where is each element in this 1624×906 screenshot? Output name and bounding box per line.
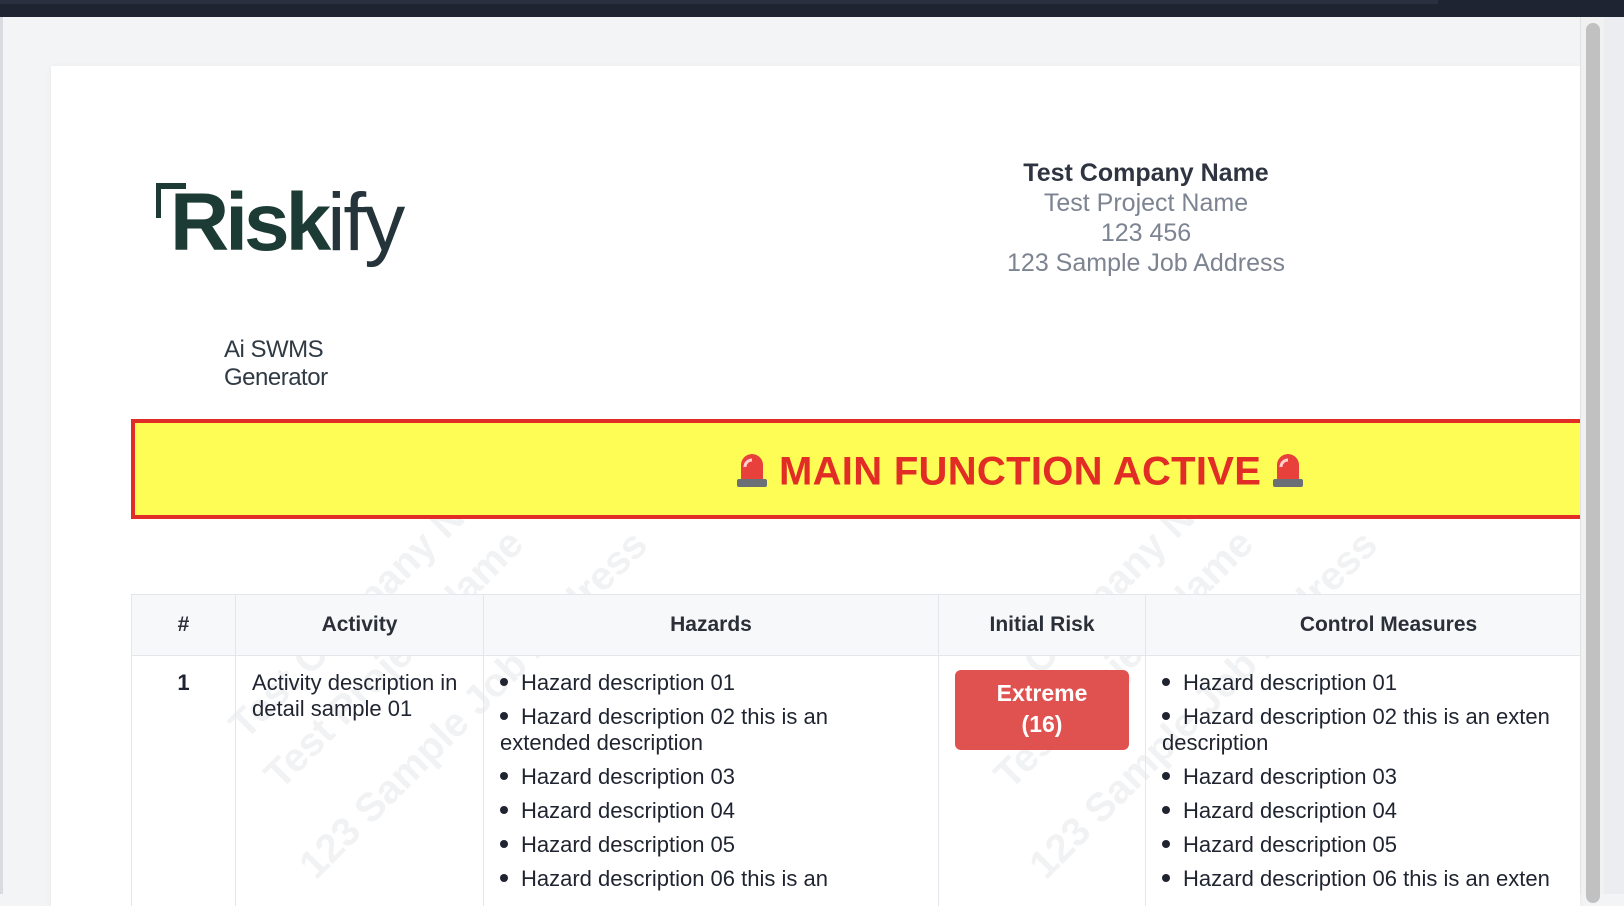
control-item: Hazard description 05 xyxy=(1162,832,1580,858)
header-initial-risk: Initial Risk xyxy=(939,595,1146,656)
hazards-cell: Hazard description 01 Hazard description… xyxy=(484,656,939,906)
logo-wordmark-tail: ify xyxy=(327,177,403,268)
police-light-icon xyxy=(735,449,769,499)
hazard-item: Hazard description 03 xyxy=(500,764,922,790)
company-info: Test Company Name Test Project Name 123 … xyxy=(951,158,1341,278)
hazard-item: Hazard description 04 xyxy=(500,798,922,824)
browser-top-strip xyxy=(0,0,1438,4)
left-edge xyxy=(0,17,3,894)
hazards-list: Hazard description 01 Hazard description… xyxy=(500,670,922,892)
police-light-icon xyxy=(1271,449,1305,499)
scrollbar-thumb[interactable] xyxy=(1586,23,1600,903)
table-header-row: # Activity Hazards Initial Risk Control … xyxy=(132,595,1581,656)
project-name: Test Project Name xyxy=(951,188,1341,218)
header-control-measures: Control Measures xyxy=(1146,595,1581,656)
browser-top-bar xyxy=(0,0,1624,17)
row-number: 1 xyxy=(132,656,236,906)
riskify-logo: Riskify Ai SWMS Generator xyxy=(156,182,416,302)
document-page: Test Company Name Test Project Name 123 … xyxy=(51,66,1580,906)
initial-risk-cell: Extreme (16) xyxy=(939,656,1146,906)
banner-content: MAIN FUNCTION ACTIVE xyxy=(135,449,1580,499)
risk-level: Extreme xyxy=(955,678,1129,709)
control-item: Hazard description 01 xyxy=(1162,670,1580,696)
hazard-item: Hazard description 01 xyxy=(500,670,922,696)
header-activity: Activity xyxy=(236,595,484,656)
hazard-item: Hazard description 06 this is an xyxy=(500,866,922,892)
control-item: Hazard description 02 this is an exten xyxy=(1162,704,1580,730)
logo-wordmark-main: Risk xyxy=(170,177,327,268)
project-number: 123 456 xyxy=(951,218,1341,248)
control-measures-cell: Hazard description 01 Hazard description… xyxy=(1146,656,1581,906)
control-item-continuation: description xyxy=(1162,730,1580,756)
logo-wordmark: Riskify xyxy=(170,182,403,264)
control-item: Hazard description 04 xyxy=(1162,798,1580,824)
vertical-scrollbar[interactable] xyxy=(1580,17,1605,894)
swms-table: # Activity Hazards Initial Risk Control … xyxy=(131,594,1580,906)
banner-text: MAIN FUNCTION ACTIVE xyxy=(779,450,1261,494)
company-name: Test Company Name xyxy=(951,158,1341,188)
job-address: 123 Sample Job Address xyxy=(951,248,1341,278)
risk-score: (16) xyxy=(955,709,1129,740)
table-row: 1 Activity description in detail sample … xyxy=(132,656,1581,906)
logo-tagline: Ai SWMS Generator xyxy=(224,336,416,392)
main-function-banner: MAIN FUNCTION ACTIVE xyxy=(131,419,1580,519)
header-number: # xyxy=(132,595,236,656)
hazard-item: Hazard description 05 xyxy=(500,832,922,858)
right-edge xyxy=(1604,17,1624,894)
controls-list: Hazard description 01 Hazard description… xyxy=(1162,670,1580,892)
header-hazards: Hazards xyxy=(484,595,939,656)
control-item: Hazard description 06 this is an exten xyxy=(1162,866,1580,892)
control-item: Hazard description 03 xyxy=(1162,764,1580,790)
risk-badge-extreme: Extreme (16) xyxy=(955,670,1129,750)
hazard-item: Hazard description 02 this is an extende… xyxy=(500,704,922,756)
activity-cell: Activity description in detail sample 01 xyxy=(236,656,484,906)
